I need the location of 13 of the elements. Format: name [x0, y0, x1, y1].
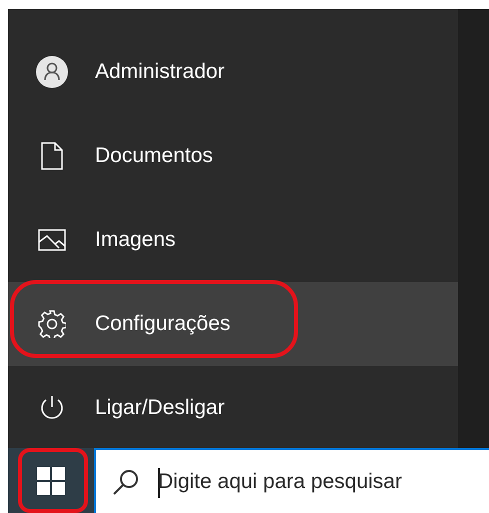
search-field[interactable]: Digite aqui para pesquisar: [94, 448, 489, 513]
windows-logo-icon: [37, 466, 65, 494]
search-input[interactable]: Digite aqui para pesquisar: [158, 466, 489, 498]
start-menu-item[interactable]: Imagens: [8, 198, 458, 282]
start-menu-item[interactable]: Configurações: [8, 282, 458, 366]
gear-icon: [38, 310, 66, 338]
start-menu-item[interactable]: Documentos: [8, 114, 458, 198]
image-icon: [38, 229, 66, 251]
search-icon: [112, 468, 140, 496]
document-icon: [40, 142, 62, 170]
user-avatar-icon: [36, 56, 68, 88]
start-menu-item[interactable]: Administrador: [8, 30, 458, 114]
start-menu-item[interactable]: Ligar/Desligar: [8, 366, 458, 450]
